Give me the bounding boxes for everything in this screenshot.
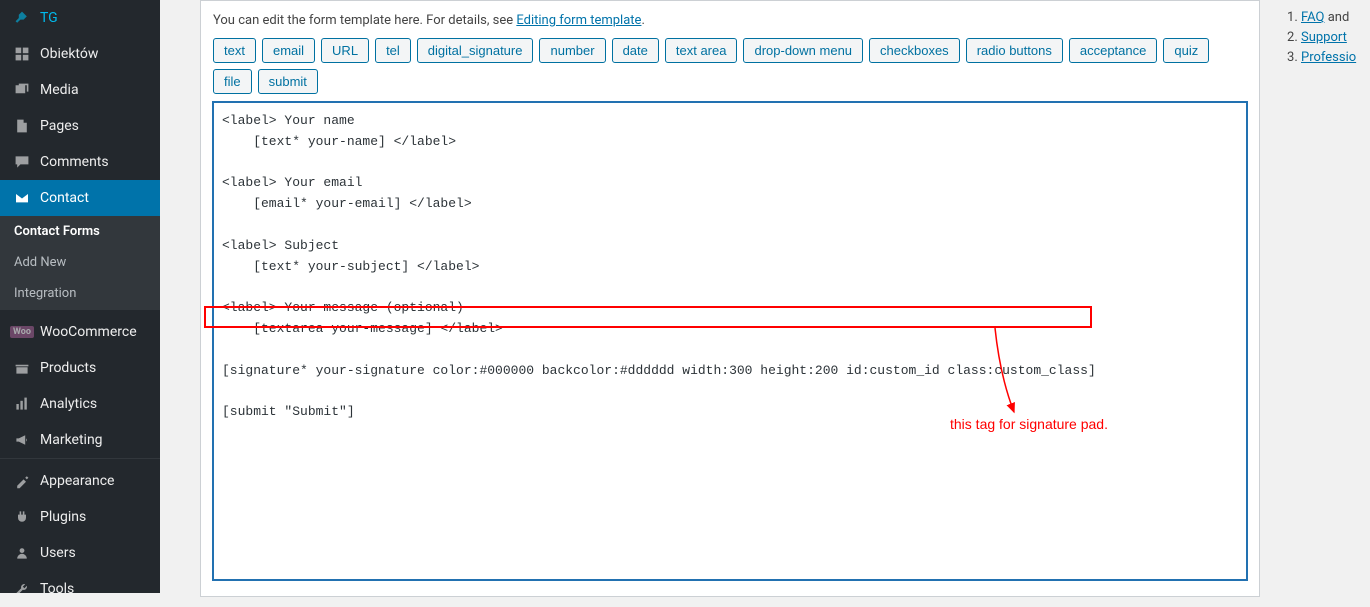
faq-link[interactable]: FAQ	[1301, 10, 1324, 25]
sidebar-item-users[interactable]: Users	[0, 535, 160, 571]
sidebar-item-label: Plugins	[40, 509, 86, 525]
comment-icon	[12, 152, 32, 172]
tag-btn-email[interactable]: email	[262, 38, 315, 63]
sidebar-item-label: TG	[40, 10, 58, 26]
right-help-panel: FAQ and Support Professio	[1275, 0, 1370, 593]
appearance-icon	[12, 471, 32, 491]
page-icon	[12, 116, 32, 136]
sidebar-item-contact[interactable]: Contact	[0, 180, 160, 216]
plugins-icon	[12, 507, 32, 527]
sidebar-item-label: Contact	[40, 190, 89, 206]
sidebar-sub-add-new[interactable]: Add New	[0, 247, 160, 278]
tag-btn-URL[interactable]: URL	[321, 38, 369, 63]
sidebar-item-label: Products	[40, 360, 96, 376]
support-link[interactable]: Support	[1301, 30, 1347, 45]
tag-btn-drop-down-menu[interactable]: drop-down menu	[743, 38, 863, 63]
sidebar-item-tools[interactable]: Tools	[0, 571, 160, 607]
sidebar-item-obiektow[interactable]: Obiektów	[0, 36, 160, 72]
blocks-icon	[12, 44, 32, 64]
sidebar-item-plugins[interactable]: Plugins	[0, 499, 160, 535]
sidebar-item-label: Obiektów	[40, 46, 98, 62]
tag-generator-row: textemailURLteldigital_signaturenumber da…	[213, 38, 1247, 94]
tag-btn-digital-signature[interactable]: digital_signature	[417, 38, 534, 63]
admin-sidebar: TG Obiektów Media Pages Comments Contact…	[0, 0, 160, 593]
sidebar-item-label: Analytics	[40, 396, 97, 412]
sidebar-item-label: Appearance	[40, 473, 114, 489]
main-content: You can edit the form template here. For…	[180, 0, 1280, 593]
mail-icon	[12, 188, 32, 208]
sidebar-item-media[interactable]: Media	[0, 72, 160, 108]
woo-icon: Woo	[12, 322, 32, 342]
tag-btn-text-area[interactable]: text area	[665, 38, 738, 63]
tag-btn-radio-buttons[interactable]: radio buttons	[966, 38, 1063, 63]
products-icon	[12, 358, 32, 378]
users-icon	[12, 543, 32, 563]
sidebar-item-tg[interactable]: TG	[0, 0, 160, 36]
intro-text: You can edit the form template here. For…	[213, 13, 1247, 28]
tag-btn-tel[interactable]: tel	[375, 38, 411, 63]
sidebar-item-woocommerce[interactable]: Woo WooCommerce	[0, 314, 160, 350]
sidebar-item-pages[interactable]: Pages	[0, 108, 160, 144]
sidebar-item-marketing[interactable]: Marketing	[0, 422, 160, 458]
professional-link[interactable]: Professio	[1301, 50, 1356, 65]
analytics-icon	[12, 394, 32, 414]
media-icon	[12, 80, 32, 100]
sidebar-item-analytics[interactable]: Analytics	[0, 386, 160, 422]
sidebar-item-label: Pages	[40, 118, 79, 134]
sidebar-item-appearance[interactable]: Appearance	[0, 463, 160, 499]
tag-btn-quiz[interactable]: quiz	[1163, 38, 1209, 63]
tag-btn-acceptance[interactable]: acceptance	[1069, 38, 1158, 63]
sidebar-item-label: WooCommerce	[40, 324, 137, 340]
sidebar-item-comments[interactable]: Comments	[0, 144, 160, 180]
pin-icon	[12, 8, 32, 28]
tag-btn-file[interactable]: file	[213, 69, 252, 94]
form-template-editor[interactable]	[213, 102, 1247, 580]
marketing-icon	[12, 430, 32, 450]
tag-btn-date[interactable]: date	[612, 38, 659, 63]
annotation-label: this tag for signature pad.	[950, 416, 1108, 432]
sidebar-item-label: Marketing	[40, 432, 103, 448]
sidebar-item-label: Comments	[40, 154, 109, 170]
tag-btn-checkboxes[interactable]: checkboxes	[869, 38, 960, 63]
sidebar-item-products[interactable]: Products	[0, 350, 160, 386]
sidebar-item-label: Media	[40, 82, 79, 98]
sidebar-sub-integration[interactable]: Integration	[0, 278, 160, 309]
tools-icon	[12, 579, 32, 599]
form-editor-panel: You can edit the form template here. For…	[200, 0, 1260, 597]
sidebar-sub-contact-forms[interactable]: Contact Forms	[0, 216, 160, 247]
tag-btn-submit[interactable]: submit	[258, 69, 318, 94]
tag-btn-number[interactable]: number	[539, 38, 605, 63]
sidebar-item-label: Tools	[40, 581, 74, 597]
editing-template-link[interactable]: Editing form template	[516, 13, 641, 28]
tag-btn-text[interactable]: text	[213, 38, 256, 63]
sidebar-item-label: Users	[40, 545, 76, 561]
